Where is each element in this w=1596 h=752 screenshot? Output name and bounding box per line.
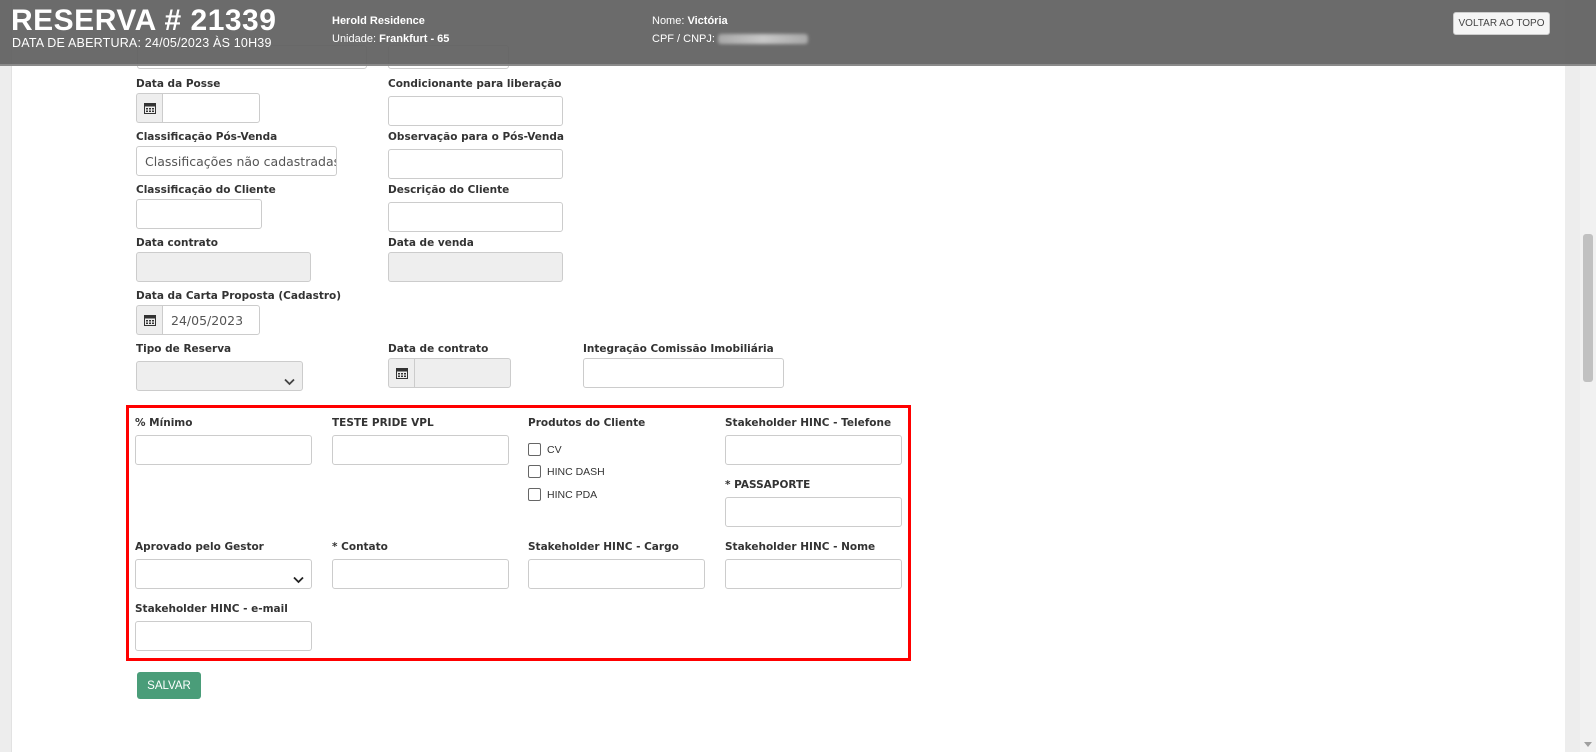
data-contrato-label: Data contrato (136, 237, 218, 249)
page-content: Data da Posse Condicionante para liberaç… (11, 0, 1565, 752)
cpf-label: CPF / CNPJ: (652, 33, 715, 45)
stakeholder-cargo-label: Stakeholder HINC - Cargo (528, 541, 679, 553)
passaporte-input[interactable] (725, 497, 902, 527)
checkbox-hinc-dash-label: HINC DASH (547, 465, 605, 478)
calendar-icon[interactable] (136, 93, 162, 123)
passaporte-label: * PASSAPORTE (725, 479, 811, 491)
percent-minimo-input[interactable] (135, 435, 312, 465)
contato-input[interactable] (332, 559, 509, 589)
percent-minimo-label: % Mínimo (135, 417, 193, 429)
stakeholder-telefone-input[interactable] (725, 435, 902, 465)
scrollbar-thumb[interactable] (1583, 234, 1593, 382)
nome-label: Nome: (652, 15, 685, 27)
observacao-pos-venda-label: Observação para o Pós-Venda (388, 131, 564, 143)
condicionante-input[interactable] (388, 96, 563, 126)
calendar-icon[interactable] (136, 305, 162, 335)
data-de-contrato-input (414, 358, 511, 388)
data-venda-input (388, 252, 563, 282)
chevron-down-icon (293, 569, 304, 588)
checkbox-box[interactable] (528, 488, 541, 501)
aprovado-gestor-select[interactable] (135, 559, 312, 589)
cpf-value-redacted (718, 34, 809, 45)
save-button[interactable]: SALVAR (137, 672, 201, 699)
checkbox-hinc-pda-label: HINC PDA (547, 488, 598, 501)
nome-info: Nome: Victória (652, 15, 728, 27)
stakeholder-nome-input[interactable] (725, 559, 902, 589)
produtos-cliente-label: Produtos do Cliente (528, 417, 646, 429)
stakeholder-telefone-label: Stakeholder HINC - Telefone (725, 417, 892, 429)
aprovado-gestor-label: Aprovado pelo Gestor (135, 541, 264, 553)
checkbox-hinc-dash[interactable]: HINC DASH (528, 465, 605, 478)
calendar-icon[interactable] (388, 358, 414, 388)
data-posse-input[interactable] (162, 93, 260, 123)
unidade-info: Unidade: Frankfurt - 65 (332, 33, 449, 45)
descricao-cliente-input[interactable] (388, 202, 563, 232)
unidade-value: Frankfurt - 65 (379, 33, 450, 45)
classificacao-cliente-label: Classificação do Cliente (136, 184, 276, 196)
checkbox-box[interactable] (528, 443, 541, 456)
stakeholder-cargo-input[interactable] (528, 559, 705, 589)
reserva-header: RESERVA # 21339 DATA DE ABERTURA: 24/05/… (0, 0, 1596, 66)
data-carta-proposta-input[interactable]: 24/05/2023 (162, 305, 260, 335)
classificacao-pos-venda-label: Classificação Pós-Venda (136, 131, 278, 143)
stakeholder-email-input[interactable] (135, 621, 312, 651)
tipo-reserva-label: Tipo de Reserva (136, 343, 232, 355)
data-venda-label: Data de venda (388, 237, 474, 249)
checkbox-cv-label: CV (547, 443, 562, 456)
page-title: RESERVA # 21339 (11, 4, 277, 37)
tipo-reserva-select (136, 361, 303, 391)
data-contrato-input (136, 252, 311, 282)
data-de-contrato-label: Data de contrato (388, 343, 489, 355)
stakeholder-email-label: Stakeholder HINC - e-mail (135, 603, 288, 615)
data-carta-proposta-label: Data da Carta Proposta (Cadastro) (136, 290, 342, 302)
vertical-scrollbar[interactable] (1580, 66, 1596, 752)
empreendimento-name: Herold Residence (332, 15, 425, 27)
scroll-down-icon[interactable] (1584, 742, 1592, 747)
checkbox-hinc-pda[interactable]: HINC PDA (528, 488, 597, 501)
opening-date: DATA DE ABERTURA: 24/05/2023 ÀS 10H39 (12, 36, 272, 50)
stakeholder-nome-label: Stakeholder HINC - Nome (725, 541, 876, 553)
contato-label: * Contato (332, 541, 388, 553)
teste-pride-label: TESTE PRIDE VPL (332, 417, 434, 429)
unidade-label: Unidade: (332, 33, 377, 45)
data-posse-label: Data da Posse (136, 78, 221, 90)
descricao-cliente-label: Descrição do Cliente (388, 184, 510, 196)
classificacao-pos-venda-input[interactable]: Classificações não cadastradas (136, 146, 337, 176)
back-to-top-button[interactable]: VOLTAR AO TOPO (1453, 12, 1550, 35)
cpf-info: CPF / CNPJ: (652, 33, 809, 45)
chevron-down-icon (284, 371, 295, 390)
classificacao-cliente-input[interactable] (136, 199, 262, 229)
integracao-comissao-label: Integração Comissão Imobiliária (583, 343, 774, 355)
checkbox-box[interactable] (528, 465, 541, 478)
teste-pride-input[interactable] (332, 435, 509, 465)
observacao-pos-venda-input[interactable] (388, 149, 563, 179)
nome-value: Victória (687, 15, 728, 27)
condicionante-label: Condicionante para liberação (388, 78, 562, 90)
integracao-comissao-input[interactable] (583, 358, 784, 388)
checkbox-cv[interactable]: CV (528, 443, 562, 456)
